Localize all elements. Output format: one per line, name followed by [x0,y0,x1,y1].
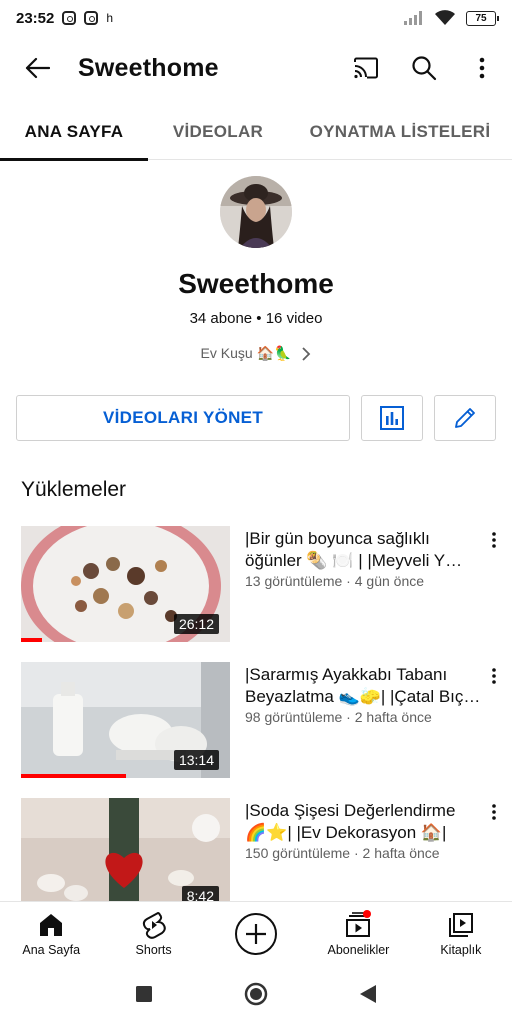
video-duration: 26:12 [173,614,219,634]
analytics-button[interactable] [361,395,423,441]
nav-library[interactable]: Kitaplık [410,902,512,963]
library-icon [444,910,478,940]
video-item[interactable]: 8:42 |Soda Şişesi Değerlendirme 🌈⭐| |Ev … [0,798,512,914]
status-time: 23:52 [16,9,55,27]
tab-home[interactable]: ANA SAYFA [0,104,148,161]
watch-progress-bar [21,774,126,778]
pencil-icon [455,408,475,428]
more-vert-icon [492,532,496,548]
search-button[interactable] [402,46,446,90]
app-bar: Sweethome [0,40,512,96]
chevron-right-icon [302,346,311,361]
battery-level: 75 [475,12,487,24]
status-extra: h [106,11,114,25]
video-meta: 13 görüntüleme · 4 gün önce [245,573,425,589]
page-title: Sweethome [78,53,219,82]
back-button[interactable] [15,46,59,90]
nav-label: Abonelikler [327,943,390,957]
nav-shorts[interactable]: Shorts [102,902,204,963]
channel-stats: 34 abone • 16 video [189,310,323,327]
back-arrow-icon [25,57,50,79]
video-thumbnail[interactable]: 13:14 [21,662,230,778]
more-vert-icon [479,57,485,79]
watch-progress-bar [21,638,42,642]
home-icon [34,910,68,940]
cast-icon [354,57,378,79]
square-icon [136,986,152,1002]
video-more-button[interactable] [482,528,506,552]
instagram-icon [84,11,99,25]
channel-tabs: ANA SAYFA VİDEOLAR OYNATMA LİSTELERİ [0,104,512,161]
video-item[interactable]: 13:14 |Sararmış Ayakkabı Tabanı Beyazlat… [0,662,512,778]
create-icon [233,911,279,957]
back-system-button[interactable] [353,979,383,1009]
channel-name: Sweethome [178,268,334,299]
avatar-image [220,176,292,248]
nav-create[interactable] [205,902,307,963]
video-duration: 13:14 [173,750,219,770]
status-bar: 23:52 h 75 [0,0,512,36]
search-icon [412,56,437,81]
system-navigation-bar [0,964,512,1024]
bottom-navigation: Ana Sayfa Shorts Abonelikler Kitaplık [0,901,512,963]
triangle-back-icon [360,985,376,1003]
channel-description-link[interactable]: Ev Kuşu 🏠🦜 [0,345,512,362]
circle-icon [244,982,268,1006]
section-title-uploads: Yüklemeler [21,478,127,501]
signal-icon [404,11,422,25]
battery-icon: 75 [466,10,499,26]
video-title[interactable]: |Soda Şişesi Değerlendirme 🌈⭐| |Ev Dekor… [245,800,481,844]
tab-videos[interactable]: VİDEOLAR [148,104,288,160]
wifi-icon [435,10,455,25]
channel-avatar[interactable] [220,176,292,248]
video-title[interactable]: |Bir gün boyunca sağlıklı öğünler 🌯 🍽️ |… [245,528,481,572]
video-item[interactable]: 26:12 |Bir gün boyunca sağlıklı öğünler … [0,526,512,642]
nav-label: Shorts [135,943,172,957]
more-options-button[interactable] [460,46,504,90]
nav-home[interactable]: Ana Sayfa [0,902,102,963]
more-vert-icon [492,804,496,820]
subscriptions-icon [341,910,375,940]
nav-subscriptions[interactable]: Abonelikler [307,902,409,963]
nav-label: Kitaplık [440,943,482,957]
cast-button[interactable] [344,46,388,90]
manage-videos-button[interactable]: VİDEOLARI YÖNET [16,395,350,441]
video-thumbnail[interactable]: 26:12 [21,526,230,642]
video-more-button[interactable] [482,800,506,824]
instagram-icon [62,11,77,25]
analytics-icon [380,406,404,430]
video-more-button[interactable] [482,664,506,688]
more-vert-icon [492,668,496,684]
video-thumbnail[interactable]: 8:42 [21,798,230,914]
video-title[interactable]: |Sararmış Ayakkabı Tabanı Beyazlatma 👟🧽|… [245,664,481,708]
tab-playlists[interactable]: OYNATMA LİSTELERİ [288,104,512,160]
recents-button[interactable] [129,979,159,1009]
edit-channel-button[interactable] [434,395,496,441]
video-meta: 150 görüntüleme · 2 hafta önce [245,845,440,861]
home-system-button[interactable] [241,979,271,1009]
video-meta: 98 görüntüleme · 2 hafta önce [245,709,432,725]
channel-link-text: Ev Kuşu 🏠🦜 [200,345,292,361]
nav-label: Ana Sayfa [22,943,81,957]
shorts-icon [137,910,171,940]
